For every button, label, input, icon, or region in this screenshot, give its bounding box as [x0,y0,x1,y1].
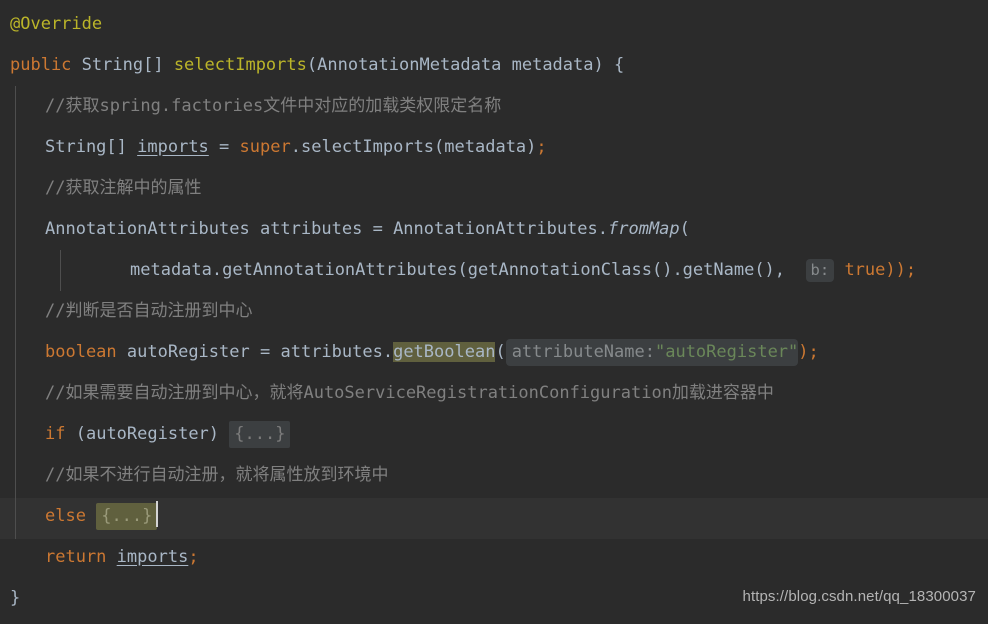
folded-code-block-if[interactable]: {...} [229,421,291,448]
expression-get-annotation-attributes: metadata.getAnnotationAttributes(getAnno… [130,260,786,280]
closing-paren-semicolon: ); [798,342,819,362]
code-line-1[interactable]: @Override [0,4,988,45]
keyword-return: return [45,547,107,567]
return-type: String[] [81,55,164,75]
paren-open: ( [679,219,690,239]
code-line-5[interactable]: //获取注解中的属性 [0,168,988,209]
inlay-hint-b[interactable]: b: [805,259,835,282]
operator-equals: = [372,219,383,239]
operator-equals: = [259,342,271,362]
paren-close: ) [593,55,604,75]
brace-open: { [614,55,625,75]
call-selectimports: selectImports [300,137,435,157]
code-line-13[interactable]: else {...} [0,496,988,537]
code-line-11[interactable]: if (autoRegister) {...} [0,414,988,455]
keyword-else: else [45,506,86,526]
semicolon: ; [536,137,547,157]
variable-imports: imports [137,137,209,157]
keyword-boolean: boolean [45,342,117,362]
semicolon: ; [188,547,199,567]
annotation-override: @Override [10,14,103,34]
comment-check-auto-register: //判断是否自动注册到中心 [45,301,253,321]
text-caret [156,501,159,527]
inlay-hint-attributename-wrapper[interactable]: attributeName:"autoRegister" [505,339,799,366]
param-name-metadata: metadata [511,55,594,75]
type-string-array: String[] [45,137,127,157]
closing-parens-semicolon: )); [885,260,917,280]
code-line-2[interactable]: public String[] selectImports(Annotation… [0,45,988,86]
if-condition: (autoRegister) [75,424,220,444]
keyword-super: super [239,137,291,157]
watermark-url: https://blog.csdn.net/qq_18300037 [742,588,976,605]
code-line-10[interactable]: //如果需要自动注册到中心，就将AutoServiceRegistrationC… [0,373,988,414]
code-editor[interactable]: @Override public String[] selectImports(… [0,0,988,624]
code-line-12[interactable]: //如果不进行自动注册，就将属性放到环境中 [0,455,988,496]
dot: . [290,137,301,157]
param-type-annotationmetadata: AnnotationMetadata [317,55,502,75]
keyword-public: public [10,55,72,75]
variable-imports-return: imports [116,547,189,567]
code-line-14[interactable]: return imports; [0,537,988,578]
keyword-if: if [45,424,66,444]
method-name-selectimports: selectImports [173,55,307,75]
brace-close: } [10,588,21,608]
string-autoregister: "autoRegister" [654,342,799,362]
comment-put-properties-to-environment: //如果不进行自动注册，就将属性放到环境中 [45,465,389,485]
code-line-6[interactable]: AnnotationAttributes attributes = Annota… [0,209,988,250]
call-args: (metadata) [434,137,537,157]
variable-autoregister: autoRegister [126,342,250,362]
inlay-hint-attributename: attributeName: [511,342,655,362]
paren-open: ( [495,342,506,362]
static-method-frommap: fromMap [608,219,680,239]
type-annotationattributes: AnnotationAttributes [45,219,250,239]
highlighted-method-getboolean[interactable]: getBoolean [393,342,496,362]
folded-code-block-else[interactable]: {...} [96,503,158,530]
comment-get-spring-factories: //获取spring.factories文件中对应的加载类权限定名称 [45,96,502,116]
code-line-9[interactable]: boolean autoRegister = attributes.getBoo… [0,332,988,373]
code-line-4[interactable]: String[] imports = super.selectImports(m… [0,127,988,168]
operator-equals: = [219,137,230,157]
code-line-8[interactable]: //判断是否自动注册到中心 [0,291,988,332]
paren-open: ( [306,55,318,75]
class-ref-annotationattributes: AnnotationAttributes. [393,219,608,239]
code-lines: @Override public String[] selectImports(… [0,0,988,619]
code-line-3[interactable]: //获取spring.factories文件中对应的加载类权限定名称 [0,86,988,127]
code-line-7[interactable]: metadata.getAnnotationAttributes(getAnno… [0,250,988,291]
comment-get-annotation-attributes: //获取注解中的属性 [45,178,202,198]
receiver-attributes: attributes. [280,342,394,362]
comment-auto-service-registration: //如果需要自动注册到中心，就将AutoServiceRegistrationC… [45,383,774,403]
literal-true: true [844,260,886,280]
variable-attributes: attributes [259,219,363,239]
